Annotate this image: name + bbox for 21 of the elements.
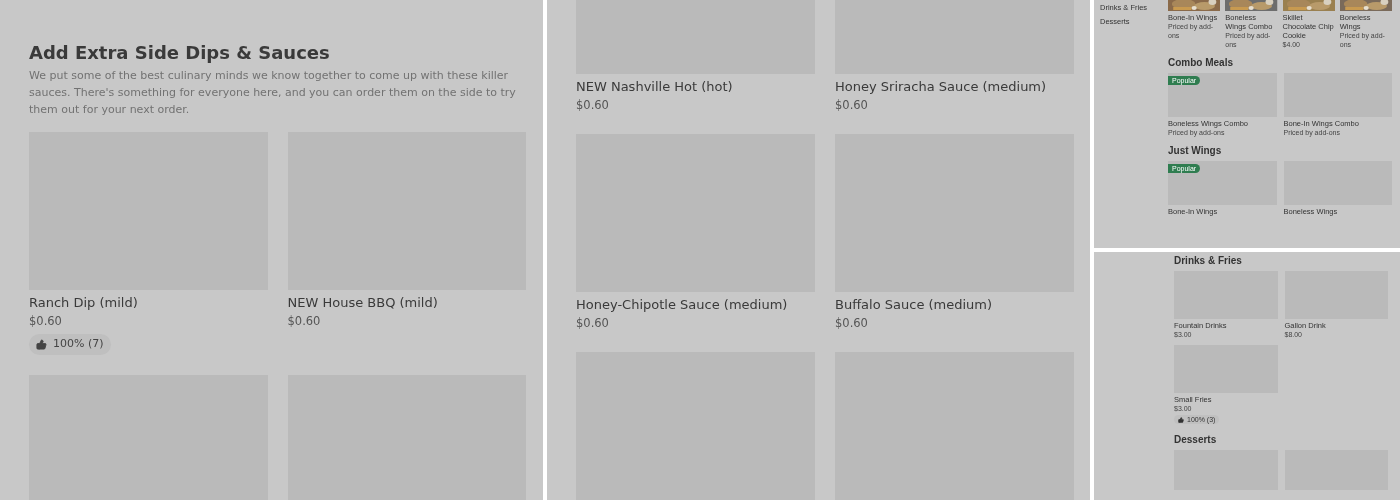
item-price: $0.60: [835, 315, 868, 332]
section-description: We put some of the best culinary minds we know together to come up with these killer sauces. There's something for everyone here, and you can order them on the side to try them out for your next order.: [29, 68, 517, 118]
item-price: $0.60: [287, 313, 321, 330]
item-name[interactable]: Honey Sriracha Sauce (medium): [835, 78, 1047, 96]
item-name[interactable]: Honey-Chipotle Sauce (medium): [576, 296, 788, 314]
item-price: $0.60: [576, 315, 609, 332]
item-name[interactable]: NEW House BBQ (mild): [287, 294, 438, 312]
item-price: $0.60: [29, 313, 62, 330]
item-price: $0.60: [576, 97, 609, 114]
rating-badge: 100% (7): [29, 334, 111, 355]
section-title: Just Wings: [1168, 145, 1223, 157]
item-name[interactable]: Ranch Dip (mild): [29, 294, 138, 312]
section-title: Add Extra Side Dips & Sauces: [29, 41, 331, 65]
item-name[interactable]: Buffalo Sauce (medium): [835, 296, 993, 314]
item-name[interactable]: NEW Nashville Hot (hot): [576, 78, 733, 96]
item-price: $0.60: [835, 97, 868, 114]
section-title: Drinks & Fries: [1174, 255, 1243, 267]
thumbs-up-icon: [1178, 416, 1184, 423]
thumbs-up-icon: [36, 338, 47, 350]
section-title: Combo Meals: [1168, 57, 1234, 69]
section-title: Desserts: [1174, 434, 1218, 446]
